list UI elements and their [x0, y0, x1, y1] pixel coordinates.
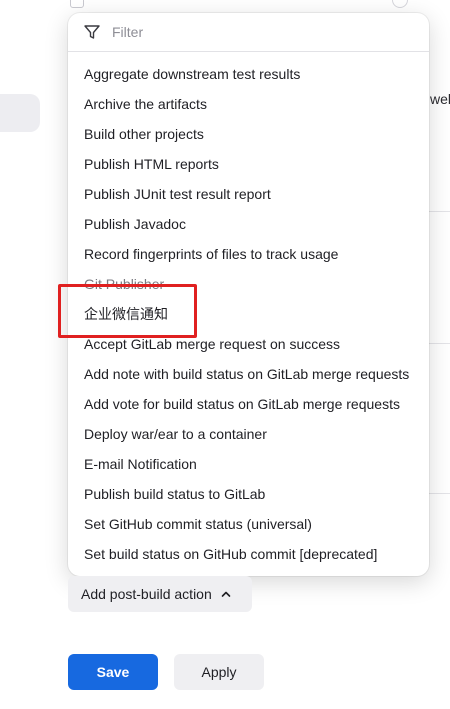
action-item-publish-html-reports[interactable]: Publish HTML reports [68, 149, 429, 179]
filter-bar [68, 13, 429, 52]
action-item-aggregate-test-results[interactable]: Aggregate downstream test results [68, 59, 429, 89]
filter-icon [82, 22, 102, 42]
action-item-email-notification[interactable]: E-mail Notification [68, 449, 429, 479]
action-item-record-fingerprints[interactable]: Record fingerprints of files to track us… [68, 239, 429, 269]
post-build-action-dropdown: Aggregate downstream test results Archiv… [68, 13, 429, 576]
action-item-deploy-war-ear[interactable]: Deploy war/ear to a container [68, 419, 429, 449]
action-item-publish-gitlab-status[interactable]: Publish build status to GitLab [68, 479, 429, 509]
action-item-accept-gitlab-mr[interactable]: Accept GitLab merge request on success [68, 329, 429, 359]
action-item-publish-junit-report[interactable]: Publish JUnit test result report [68, 179, 429, 209]
background-divider [428, 493, 450, 494]
action-item-publish-javadoc[interactable]: Publish Javadoc [68, 209, 429, 239]
chevron-up-icon [220, 588, 232, 600]
add-post-build-action-button[interactable]: Add post-build action [68, 576, 252, 612]
action-item-github-commit-status[interactable]: Set GitHub commit status (universal) [68, 509, 429, 539]
add-post-build-action-label: Add post-build action [81, 586, 212, 602]
action-item-git-publisher[interactable]: Git Publisher [68, 269, 429, 299]
background-divider [428, 343, 450, 344]
background-help-icon[interactable] [392, 0, 408, 8]
background-checkbox[interactable] [70, 0, 84, 8]
background-divider [428, 211, 450, 212]
action-item-gitlab-mr-vote[interactable]: Add vote for build status on GitLab merg… [68, 389, 429, 419]
action-list: Aggregate downstream test results Archiv… [68, 52, 429, 569]
filter-input[interactable] [110, 23, 394, 41]
save-button[interactable]: Save [68, 654, 158, 690]
action-item-archive-artifacts[interactable]: Archive the artifacts [68, 89, 429, 119]
action-item-build-other-projects[interactable]: Build other projects [68, 119, 429, 149]
background-partial-text: wel [430, 91, 450, 107]
apply-button[interactable]: Apply [174, 654, 264, 690]
action-item-gitlab-mr-note[interactable]: Add note with build status on GitLab mer… [68, 359, 429, 389]
action-item-github-build-status-deprecated[interactable]: Set build status on GitHub commit [depre… [68, 539, 429, 569]
action-item-wecom-notification[interactable]: 企业微信通知 [68, 299, 429, 329]
sidebar-selected-item[interactable] [0, 94, 40, 132]
